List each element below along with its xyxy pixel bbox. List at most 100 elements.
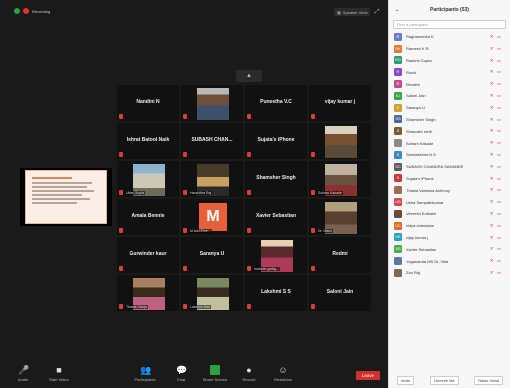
participant-row[interactable]: Veeresh Kulkarni ✕ ▭: [389, 208, 510, 220]
raise-hand-button[interactable]: Raise Hand: [474, 375, 504, 385]
panel-title: Participants (53): [430, 7, 469, 13]
participant-row-name: vijay kumar j: [406, 234, 429, 240]
video-tile[interactable]: Redmi: [308, 236, 372, 274]
video-tile[interactable]: Gurwinder kaur: [116, 236, 180, 274]
participant-row[interactable]: VC vidya chandane ✕ ▭: [389, 220, 510, 232]
invite-button[interactable]: Invite: [396, 375, 415, 385]
video-tile[interactable]: Soham Kakade: [308, 160, 372, 198]
recording-indicator[interactable]: Recording: [14, 8, 50, 14]
participant-search-input[interactable]: Find a participant: [393, 20, 506, 29]
video-tile[interactable]: Puneetha V.C: [244, 84, 308, 122]
video-tile[interactable]: Uttar Gupta: [116, 160, 180, 198]
participants-button[interactable]: 👥 Participants: [130, 365, 160, 382]
participant-row[interactable]: SS Shamsher Singh ✕ ▭: [389, 114, 510, 126]
speaker-view-button[interactable]: ▦ Speaker View: [334, 8, 371, 16]
participant-row[interactable]: S Sujata's iPhone ✕ ▭: [389, 173, 510, 185]
muted-mic-icon: [247, 152, 251, 157]
participant-row[interactable]: SJ Saloni Jain ✕ ▭: [389, 90, 510, 102]
participant-row[interactable]: Zoo Raj ✕ ▭: [389, 267, 510, 279]
muted-status-icon: ✕ ▭: [489, 258, 502, 264]
muted-status-icon: ✕ ▭: [489, 81, 502, 87]
video-tile[interactable]: vijay kumar j: [308, 84, 372, 122]
video-tile[interactable]: Lakshmi Ban: [180, 274, 244, 312]
avatar: S: [394, 127, 402, 136]
video-tile[interactable]: Dr. Manu: [308, 198, 372, 236]
participant-row[interactable]: R Raghavendra K ✕ ▭: [389, 31, 510, 43]
participant-row[interactable]: R Revathi ✕ ▭: [389, 78, 510, 90]
video-tile[interactable]: Amala Bennie: [116, 198, 180, 236]
unmute-me-button[interactable]: Unmute Me: [429, 375, 459, 385]
video-tile[interactable]: Saloni Jain: [308, 274, 372, 312]
participant-row[interactable]: Yogananda MS Dr. Vital ✕ ▭: [389, 255, 510, 267]
participant-row-name: Usha Sampathkumar: [406, 199, 444, 205]
avatar: SC: [394, 162, 402, 171]
participant-row[interactable]: R Ruchi ✕ ▭: [389, 66, 510, 78]
muted-mic-icon: [119, 152, 123, 157]
video-tile[interactable]: M M.Adv.Eme...: [180, 198, 244, 236]
video-tile[interactable]: Nandini N: [116, 84, 180, 122]
video-tile[interactable]: [308, 122, 372, 160]
video-tile[interactable]: SUBASH CHAN...: [180, 122, 244, 160]
video-tile[interactable]: Shamsher Singh: [244, 160, 308, 198]
leave-button[interactable]: Leave: [356, 371, 380, 380]
participant-name: Lakshmi S S: [261, 289, 291, 295]
record-button[interactable]: ● Record: [234, 365, 264, 382]
participant-row-name: Rashmi Gupta: [406, 57, 432, 63]
muted-status-icon: ✕ ▭: [489, 151, 502, 157]
participant-row[interactable]: S Sreelakshmi.N.S ✕ ▭: [389, 149, 510, 161]
participant-row[interactable]: S Saranya U ✕ ▭: [389, 102, 510, 114]
chat-button[interactable]: 💬 Chat: [166, 365, 196, 382]
video-tile[interactable]: Saranya U: [180, 236, 244, 274]
participant-row[interactable]: XS Xavier Sebastian ✕ ▭: [389, 243, 510, 255]
avatar: RK: [394, 44, 402, 53]
avatar: VK: [394, 233, 402, 242]
avatar: XS: [394, 245, 402, 254]
video-tile[interactable]: [180, 84, 244, 122]
video-camera-icon: ■: [56, 365, 62, 375]
share-screen-icon: [210, 365, 220, 375]
muted-mic-icon: [311, 190, 315, 195]
chevron-down-icon[interactable]: ⌄: [395, 0, 399, 20]
participant-row[interactable]: SC SUBASH CHANDRA SAHANEE ✕ ▭: [389, 161, 510, 173]
participant-row-name: Sujata's iPhone: [406, 175, 434, 181]
participant-name: vijay kumar j: [324, 99, 356, 105]
fullscreen-icon[interactable]: ⤢: [373, 8, 381, 16]
participant-row[interactable]: RG Rashmi Gupta ✕ ▭: [389, 55, 510, 67]
participant-row[interactable]: RK Ramesh K R ✕ ▭: [389, 43, 510, 55]
video-tile[interactable]: Harshitha Raj: [180, 160, 244, 198]
smiley-icon: ☺: [278, 365, 288, 375]
audio-button[interactable]: 🎤 Audio: [8, 365, 38, 382]
muted-mic-icon: [311, 266, 315, 271]
participant-name: Saloni Jain: [326, 289, 354, 295]
participants-label: Participants: [134, 377, 156, 382]
participant-row[interactable]: US Usha Sampathkumar ✕ ▭: [389, 196, 510, 208]
share-screen-button[interactable]: Share Screen: [200, 365, 230, 382]
start-video-button[interactable]: ■ Start Video: [44, 365, 74, 382]
participant-video: [197, 88, 229, 120]
page-up-button[interactable]: ▲: [236, 70, 262, 82]
participant-row[interactable]: S Shasvath rohit ✕ ▭: [389, 125, 510, 137]
video-tile[interactable]: Sujata's iPhone: [244, 122, 308, 160]
reactions-label: Reactions: [274, 377, 292, 382]
muted-mic-icon: [183, 152, 187, 157]
audio-label: Audio: [17, 377, 29, 382]
avatar: S: [394, 150, 402, 159]
muted-status-icon: ✕ ▭: [489, 116, 502, 122]
participant-row-name: Shamsher Singh: [406, 116, 436, 122]
participant-row[interactable]: Thasla Vanessa Anthony ✕ ▭: [389, 184, 510, 196]
shield-icon: [14, 8, 20, 14]
reactions-button[interactable]: ☺ Reactions: [268, 365, 298, 382]
video-tile[interactable]: Xavier Sebastian: [244, 198, 308, 236]
avatar: R: [394, 68, 402, 77]
participant-row-name: Zoo Raj: [406, 270, 421, 276]
participant-avatar: M: [199, 203, 227, 231]
participant-row[interactable]: Soham Kakade ✕ ▭: [389, 137, 510, 149]
video-tile[interactable]: Ishrat Batool Naik: [116, 122, 180, 160]
muted-status-icon: ✕ ▭: [489, 210, 502, 216]
video-tile[interactable]: Lakshmi S S: [244, 274, 308, 312]
screen-share-thumbnail[interactable]: [20, 168, 112, 226]
video-tile[interactable]: Thasla Ganja: [116, 274, 180, 312]
muted-mic-icon: [183, 266, 187, 271]
participant-row[interactable]: VK vijay kumar j ✕ ▭: [389, 232, 510, 244]
video-tile[interactable]: mahesh gadig...: [244, 236, 308, 274]
